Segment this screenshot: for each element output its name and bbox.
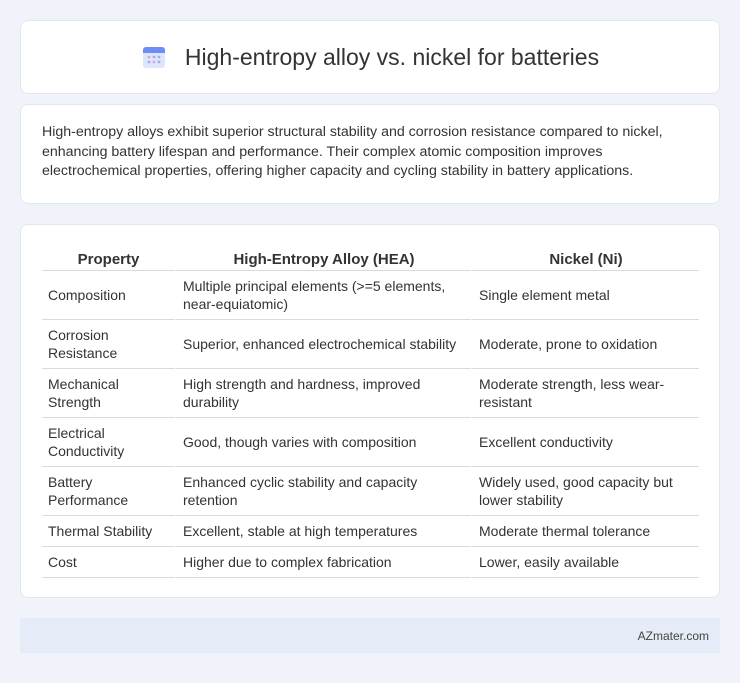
title-card: High-entropy alloy vs. nickel for batter… (20, 20, 720, 94)
summary-card: High-entropy alloys exhibit superior str… (20, 104, 720, 204)
cell-nickel: Lower, easily available (471, 547, 699, 578)
calendar-icon (142, 47, 165, 68)
comparison-card: Property High-Entropy Alloy (HEA) Nickel… (20, 224, 720, 598)
table-header-row: Property High-Entropy Alloy (HEA) Nickel… (42, 247, 699, 271)
table-row: Thermal Stability Excellent, stable at h… (42, 516, 699, 547)
cell-property: Thermal Stability (42, 516, 175, 547)
footer: AZmater.com (20, 618, 720, 653)
cell-nickel: Moderate thermal tolerance (471, 516, 699, 547)
table-row: Battery Performance Enhanced cyclic stab… (42, 467, 699, 516)
table-row: Cost Higher due to complex fabrication L… (42, 547, 699, 578)
footer-brand-link[interactable]: AZmater.com (638, 629, 709, 643)
cell-property: Cost (42, 547, 175, 578)
cell-hea: Excellent, stable at high temperatures (175, 516, 471, 547)
cell-hea: Good, though varies with composition (175, 418, 471, 467)
cell-property: Mechanical Strength (42, 369, 175, 418)
page-title: High-entropy alloy vs. nickel for batter… (184, 43, 600, 70)
cell-hea: Multiple principal elements (>=5 element… (175, 271, 471, 320)
comparison-table: Property High-Entropy Alloy (HEA) Nickel… (42, 247, 699, 578)
header-hea: High-Entropy Alloy (HEA) (175, 247, 471, 271)
cell-nickel: Moderate, prone to oxidation (471, 320, 699, 369)
cell-nickel: Single element metal (471, 271, 699, 320)
cell-hea: Enhanced cyclic stability and capacity r… (175, 467, 471, 516)
table-row: Electrical Conductivity Good, though var… (42, 418, 699, 467)
header-property: Property (42, 247, 175, 271)
cell-property: Battery Performance (42, 467, 175, 516)
cell-property: Corrosion Resistance (42, 320, 175, 369)
cell-property: Electrical Conductivity (42, 418, 175, 467)
summary-text: High-entropy alloys exhibit superior str… (42, 124, 663, 179)
table-row: Composition Multiple principal elements … (42, 271, 699, 320)
cell-hea: Superior, enhanced electrochemical stabi… (175, 320, 471, 369)
cell-property: Composition (42, 271, 175, 320)
table-row: Mechanical Strength High strength and ha… (42, 369, 699, 418)
cell-hea: High strength and hardness, improved dur… (175, 369, 471, 418)
table-row: Corrosion Resistance Superior, enhanced … (42, 320, 699, 369)
cell-hea: Higher due to complex fabrication (175, 547, 471, 578)
cell-nickel: Moderate strength, less wear-resistant (471, 369, 699, 418)
cell-nickel: Excellent conductivity (471, 418, 699, 467)
cell-nickel: Widely used, good capacity but lower sta… (471, 467, 699, 516)
header-nickel: Nickel (Ni) (471, 247, 699, 271)
